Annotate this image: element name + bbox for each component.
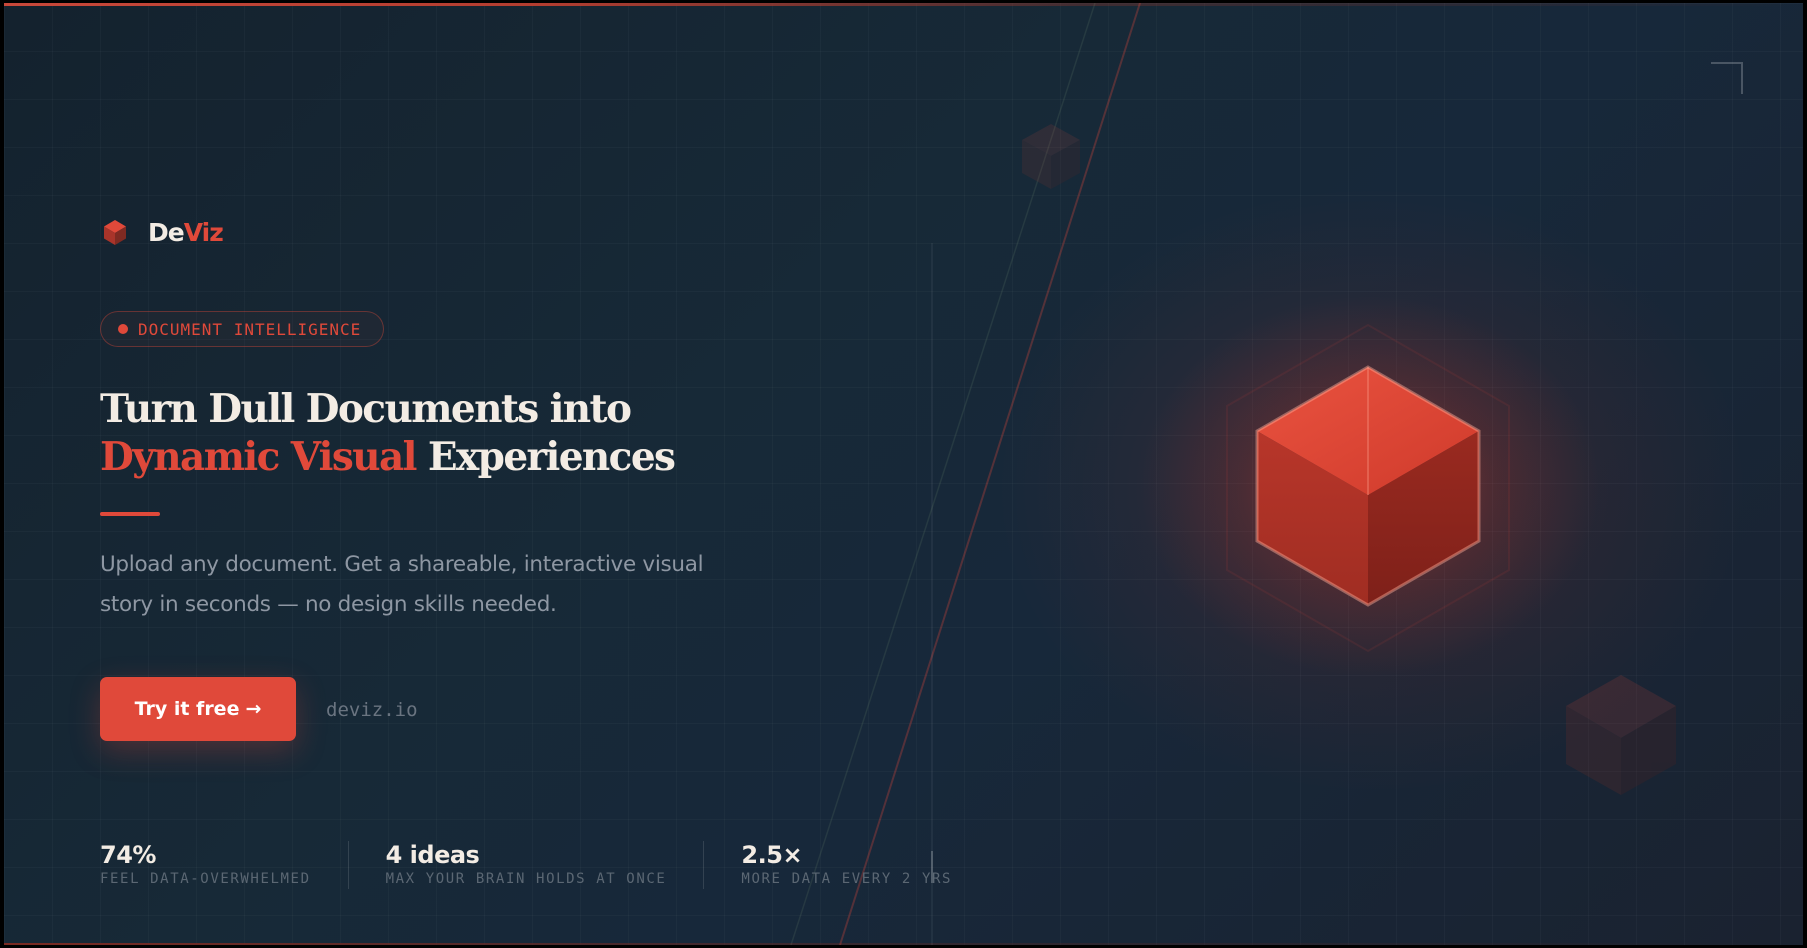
stat-item: 2.5× MORE DATA EVERY 2 YRS [741, 841, 952, 887]
stat-item: 4 ideas MAX YOUR BRAIN HOLDS AT ONCE [386, 841, 667, 887]
stat-divider [347, 841, 349, 889]
stat-label: MAX YOUR BRAIN HOLDS AT ONCE [385, 871, 667, 887]
hero-section: DeViz DOCUMENT INTELLIGENCE Turn Dull Do… [4, 3, 1803, 945]
stat-label: FEEL DATA-OVERWHELMED [100, 871, 311, 887]
stat-divider [703, 841, 705, 889]
stat-value: 4 ideas [385, 841, 480, 869]
stat-value: 74% [100, 841, 156, 869]
stats-row: 74% FEEL DATA-OVERWHELMED 4 ideas MAX YO… [100, 841, 952, 889]
stat-label: MORE DATA EVERY 2 YRS [741, 871, 953, 887]
hero-cube-visual [1139, 296, 1599, 676]
stat-value: 2.5× [741, 841, 803, 869]
stat-item: 74% FEEL DATA-OVERWHELMED [100, 841, 311, 887]
